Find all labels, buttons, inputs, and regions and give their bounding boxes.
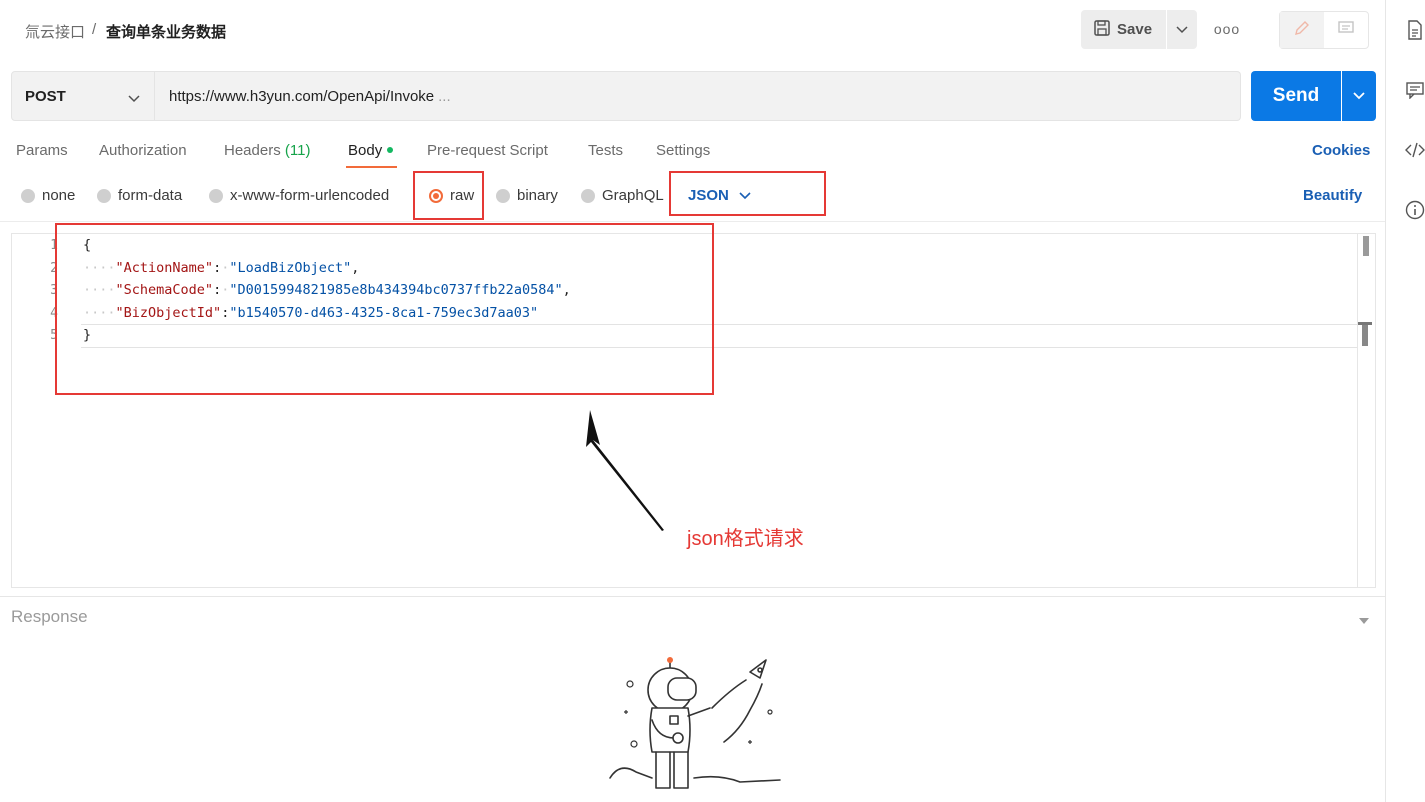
- radio-label: GraphQL: [602, 187, 664, 204]
- info-icon[interactable]: [1405, 200, 1425, 220]
- more-actions-button[interactable]: ooo: [1210, 18, 1244, 40]
- body-type-graphql[interactable]: GraphQL: [581, 187, 664, 204]
- edit-mode-button[interactable]: [1280, 12, 1324, 48]
- annotation-text: json格式请求: [687, 528, 804, 550]
- comment-icon: [1337, 19, 1355, 42]
- breadcrumb-collection[interactable]: 氚云接口: [25, 21, 85, 42]
- line-number: 1: [50, 238, 58, 253]
- tab-params[interactable]: Params: [16, 142, 68, 159]
- headers-count: (11): [284, 142, 311, 159]
- comments-mode-button[interactable]: [1324, 12, 1368, 48]
- divider: [0, 221, 1385, 222]
- save-label: Save: [1117, 21, 1153, 38]
- body-modified-dot: [387, 147, 394, 153]
- radio-circle: [581, 188, 595, 203]
- tab-headers-label: Headers: [224, 142, 281, 159]
- request-title[interactable]: 查询单条业务数据: [106, 21, 226, 42]
- scrollbar-thumb[interactable]: [1363, 236, 1369, 256]
- response-divider: [0, 596, 1385, 597]
- documentation-icon[interactable]: [1405, 20, 1425, 40]
- send-options-button[interactable]: [1342, 71, 1376, 121]
- url-text: https://www.h3yun.com/OpenApi/Invoke: [169, 87, 435, 105]
- save-button[interactable]: Save: [1081, 10, 1166, 49]
- collapse-caret-icon[interactable]: [1358, 612, 1370, 630]
- chevron-down-icon: [128, 90, 140, 107]
- line-number: 5: [50, 328, 58, 343]
- method-select[interactable]: POST: [11, 71, 155, 121]
- cookies-link[interactable]: Cookies: [1312, 142, 1370, 159]
- body-type-binary[interactable]: binary: [496, 187, 558, 204]
- annotation-box-json: [669, 171, 826, 216]
- body-type-form-data[interactable]: form-data: [97, 187, 182, 204]
- astronaut-illustration: [609, 657, 781, 789]
- url-ellipsis: ...: [438, 87, 451, 105]
- tab-prerequest-script[interactable]: Pre-request Script: [427, 142, 548, 159]
- body-type-none[interactable]: none: [21, 187, 75, 204]
- tab-body-label: Body: [348, 142, 383, 159]
- radio-circle: [97, 188, 111, 203]
- line-number: 2: [50, 261, 58, 276]
- code-icon[interactable]: [1405, 140, 1425, 160]
- annotation-arrow: [586, 410, 664, 531]
- cursor-position-marker: [1358, 322, 1372, 349]
- tab-tests[interactable]: Tests: [588, 142, 623, 159]
- radio-circle: [21, 188, 35, 203]
- line-number: 4: [50, 306, 58, 321]
- tab-headers[interactable]: Headers (11): [224, 142, 310, 159]
- tab-authorization[interactable]: Authorization: [99, 142, 187, 159]
- chevron-down-icon: [1353, 87, 1365, 105]
- save-icon: [1093, 19, 1111, 41]
- annotation-box-body: [55, 223, 714, 395]
- annotation-box-raw: [413, 171, 484, 220]
- active-tab-indicator: [346, 166, 397, 168]
- radio-label: form-data: [118, 187, 183, 204]
- breadcrumb-separator: /: [92, 21, 97, 38]
- beautify-button[interactable]: Beautify: [1303, 187, 1362, 204]
- tab-body[interactable]: Body: [348, 142, 394, 159]
- tab-settings[interactable]: Settings: [656, 142, 710, 159]
- body-type-urlencoded[interactable]: x-www-form-urlencoded: [209, 187, 389, 204]
- radio-label: none: [42, 187, 76, 204]
- radio-circle: [209, 188, 223, 203]
- line-number: 3: [50, 283, 58, 298]
- save-options-button[interactable]: [1167, 10, 1197, 49]
- radio-circle: [496, 188, 510, 203]
- right-sidebar: [1385, 0, 1425, 802]
- pencil-icon: [1293, 19, 1311, 42]
- radio-label: binary: [517, 187, 558, 204]
- radio-label: x-www-form-urlencoded: [230, 187, 390, 204]
- editor-scrollbar[interactable]: [1357, 234, 1376, 587]
- comments-icon[interactable]: [1405, 80, 1425, 100]
- url-input[interactable]: https://www.h3yun.com/OpenApi/Invoke ...: [155, 71, 1241, 121]
- chevron-down-icon: [1176, 21, 1188, 39]
- send-button[interactable]: Send: [1251, 71, 1341, 121]
- view-mode-toggle: [1279, 11, 1369, 49]
- method-label: POST: [25, 87, 66, 105]
- response-title: Response: [11, 607, 88, 626]
